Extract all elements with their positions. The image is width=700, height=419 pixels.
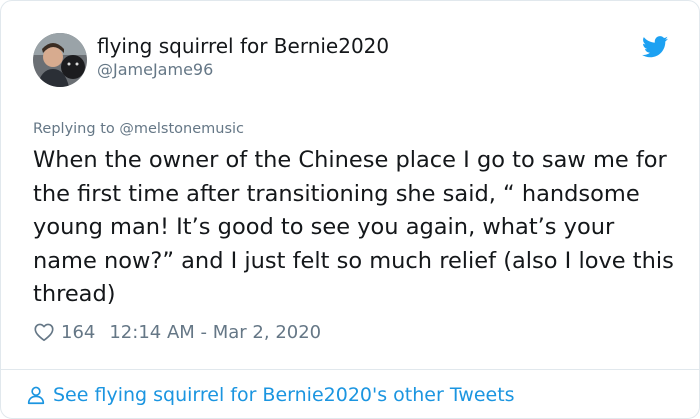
twitter-bird-icon[interactable] [642,36,668,58]
heart-icon[interactable] [33,321,55,343]
tweet-text: When the owner of the Chinese place I go… [33,147,674,307]
reply-prefix: Replying to [33,121,115,137]
other-tweets-link[interactable]: See flying squirrel for Bernie2020's oth… [25,381,515,409]
avatar[interactable] [33,33,87,87]
divider [1,369,699,370]
like-count[interactable]: 164 [61,322,95,343]
tweet-meta: 164 12:14 AM - Mar 2, 2020 [33,319,321,345]
timestamp[interactable]: 12:14 AM - Mar 2, 2020 [109,322,321,343]
replying-to: Replying to @melstonemusic [33,121,244,137]
author-display-name[interactable]: flying squirrel for Bernie2020 [97,33,389,59]
other-tweets-label[interactable]: See flying squirrel for Bernie2020's oth… [53,384,515,406]
tweet-card: flying squirrel for Bernie2020 @JameJame… [0,0,700,419]
person-icon [25,384,47,406]
reply-mention-link[interactable]: @melstonemusic [119,121,244,137]
author-handle[interactable]: @JameJame96 [97,60,213,80]
